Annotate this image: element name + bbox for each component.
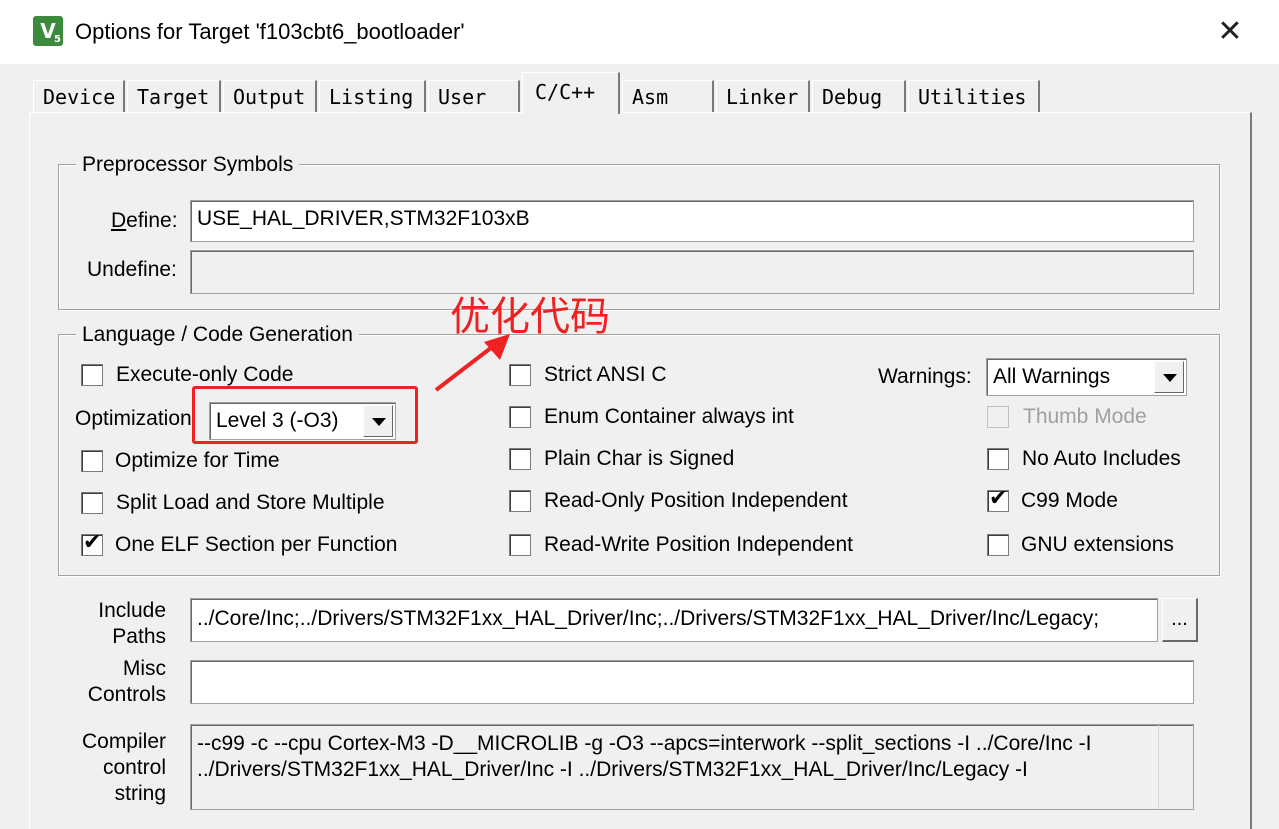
one-elf-label: One ELF Section per Function bbox=[115, 533, 398, 556]
preprocessor-group-title: Preprocessor Symbols bbox=[76, 153, 300, 177]
enum-container-checkbox[interactable] bbox=[509, 406, 531, 428]
c99-mode-label: C99 Mode bbox=[1021, 489, 1118, 512]
enum-container-label: Enum Container always int bbox=[544, 405, 794, 428]
warnings-select[interactable]: All Warnings bbox=[986, 358, 1187, 396]
undefine-label: Undefine: bbox=[87, 258, 177, 281]
strict-ansi-label: Strict ANSI C bbox=[544, 363, 667, 386]
define-input[interactable]: USE_HAL_DRIVER,STM32F103xB bbox=[190, 200, 1194, 242]
optimization-label: Optimization bbox=[75, 407, 192, 430]
split-load-label: Split Load and Store Multiple bbox=[116, 491, 385, 514]
tab-asm[interactable]: Asm bbox=[622, 80, 714, 112]
execute-only-checkbox[interactable] bbox=[81, 364, 103, 386]
rw-pi-label: Read-Write Position Independent bbox=[544, 533, 853, 556]
c99-mode-checkbox[interactable]: ✔ bbox=[987, 486, 1009, 512]
execute-only-label: Execute-only Code bbox=[116, 363, 294, 386]
tab-user[interactable]: User bbox=[428, 80, 520, 112]
ro-pi-label: Read-Only Position Independent bbox=[544, 489, 848, 512]
title-bar: V5 Options for Target 'f103cbt6_bootload… bbox=[0, 0, 1279, 64]
no-auto-includes-checkbox[interactable] bbox=[987, 448, 1009, 470]
define-label: Define: bbox=[111, 209, 178, 232]
undefine-input[interactable] bbox=[190, 250, 1194, 294]
checkmark-icon: ✔ bbox=[83, 530, 102, 555]
optimization-highlight-box bbox=[192, 386, 418, 444]
plain-char-label: Plain Char is Signed bbox=[544, 447, 735, 470]
thumb-mode-checkbox bbox=[987, 406, 1009, 428]
plain-char-checkbox[interactable] bbox=[509, 448, 531, 470]
rw-pi-checkbox[interactable] bbox=[509, 534, 531, 556]
compiler-scrollbar[interactable] bbox=[1158, 725, 1193, 809]
gnu-extensions-checkbox[interactable] bbox=[987, 534, 1009, 556]
checkmark-icon: ✔ bbox=[989, 486, 1008, 511]
tab-output[interactable]: Output bbox=[223, 80, 317, 112]
misc-controls-input[interactable] bbox=[190, 660, 1194, 704]
compiler-control-label: Compiler control string bbox=[81, 730, 166, 805]
compiler-control-string[interactable]: --c99 -c --cpu Cortex-M3 -D__MICROLIB -g… bbox=[190, 724, 1194, 810]
include-paths-input[interactable]: ../Core/Inc;../Drivers/STM32F1xx_HAL_Dri… bbox=[190, 598, 1158, 642]
tab-c-cpp[interactable]: C/C++ bbox=[522, 72, 620, 114]
tab-device[interactable]: Device bbox=[33, 80, 125, 112]
keil-app-icon: V5 bbox=[33, 16, 63, 46]
window-title: Options for Target 'f103cbt6_bootloader' bbox=[75, 19, 465, 44]
optimize-time-checkbox[interactable] bbox=[81, 450, 103, 472]
optimize-time-label: Optimize for Time bbox=[115, 449, 280, 472]
tab-listing[interactable]: Listing bbox=[319, 80, 426, 112]
misc-controls-label: Misc Controls bbox=[87, 657, 166, 706]
thumb-mode-label: Thumb Mode bbox=[1023, 405, 1147, 428]
gnu-extensions-label: GNU extensions bbox=[1021, 533, 1174, 556]
tab-debug[interactable]: Debug bbox=[812, 80, 906, 112]
include-browse-button[interactable]: ... bbox=[1162, 598, 1198, 642]
annotation-arrow-icon bbox=[434, 334, 510, 392]
tab-target[interactable]: Target bbox=[127, 80, 221, 112]
no-auto-includes-label: No Auto Includes bbox=[1022, 447, 1181, 470]
ro-pi-checkbox[interactable] bbox=[509, 490, 531, 512]
tab-linker[interactable]: Linker bbox=[716, 80, 810, 112]
tab-utilities[interactable]: Utilities bbox=[908, 80, 1040, 112]
split-load-checkbox[interactable] bbox=[81, 492, 103, 514]
compiler-line-1: --c99 -c --cpu Cortex-M3 -D__MICROLIB -g… bbox=[197, 732, 1092, 755]
chevron-down-icon[interactable] bbox=[1154, 361, 1184, 393]
one-elf-checkbox[interactable]: ✔ bbox=[81, 530, 103, 556]
language-group-title: Language / Code Generation bbox=[76, 323, 359, 347]
warnings-value: All Warnings bbox=[993, 365, 1111, 388]
compiler-line-2: ../Drivers/STM32F1xx_HAL_Driver/Inc -I .… bbox=[197, 758, 1028, 781]
close-icon[interactable]: ✕ bbox=[1205, 10, 1255, 54]
warnings-label: Warnings: bbox=[878, 365, 972, 388]
include-paths-label: Include Paths bbox=[98, 599, 166, 648]
